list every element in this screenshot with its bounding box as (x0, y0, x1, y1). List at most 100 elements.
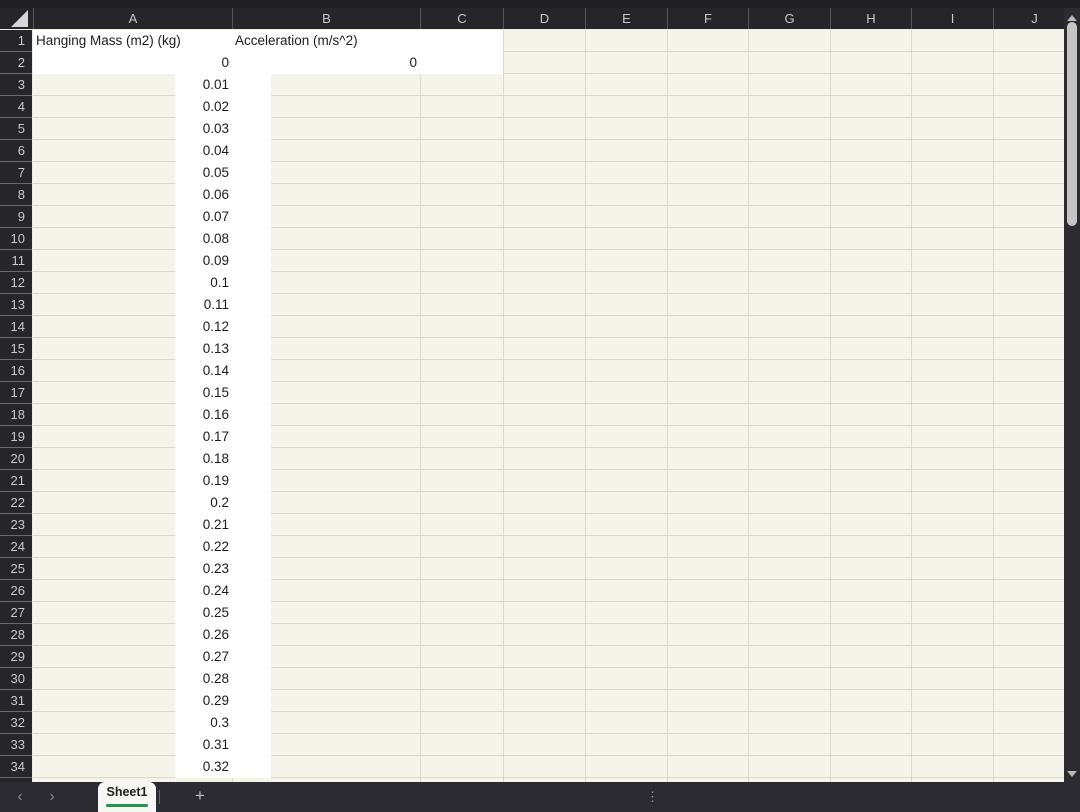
row-header-24[interactable]: 24 (0, 536, 32, 558)
column-gridline (667, 30, 668, 782)
cell-A31[interactable]: 0.29 (33, 690, 229, 712)
cell-A34[interactable]: 0.32 (33, 756, 229, 778)
cell-A7[interactable]: 0.05 (33, 162, 229, 184)
column-header-J[interactable]: J (993, 8, 1064, 29)
column-header-C[interactable]: C (420, 8, 503, 29)
cell-A24[interactable]: 0.22 (33, 536, 229, 558)
row-header-15[interactable]: 15 (0, 338, 32, 360)
spreadsheet-window: ABCDEFGHIJ 12345678910111213141516171819… (0, 0, 1080, 812)
cell-A5[interactable]: 0.03 (33, 118, 229, 140)
row-header-17[interactable]: 17 (0, 382, 32, 404)
cell-B2[interactable]: 0 (232, 52, 417, 74)
prev-sheet-button[interactable]: ‹ (11, 782, 29, 812)
row-header-14[interactable]: 14 (0, 316, 32, 338)
cell-A22[interactable]: 0.2 (33, 492, 229, 514)
cell-A13[interactable]: 0.11 (33, 294, 229, 316)
cell-A23[interactable]: 0.21 (33, 514, 229, 536)
row-header-20[interactable]: 20 (0, 448, 32, 470)
cell-A32[interactable]: 0.3 (33, 712, 229, 734)
cell-A19[interactable]: 0.17 (33, 426, 229, 448)
cell-A33[interactable]: 0.31 (33, 734, 229, 756)
column-header-E[interactable]: E (585, 8, 667, 29)
cell-A14[interactable]: 0.12 (33, 316, 229, 338)
row-header-26[interactable]: 26 (0, 580, 32, 602)
row-header-2[interactable]: 2 (0, 52, 32, 74)
cell-A16[interactable]: 0.14 (33, 360, 229, 382)
cell-A3[interactable]: 0.01 (33, 74, 229, 96)
row-header-6[interactable]: 6 (0, 140, 32, 162)
row-header-19[interactable]: 19 (0, 426, 32, 448)
cell-A11[interactable]: 0.09 (33, 250, 229, 272)
row-header-32[interactable]: 32 (0, 712, 32, 734)
row-header-1[interactable]: 1 (0, 30, 32, 52)
vertical-scroll-thumb[interactable] (1067, 22, 1077, 226)
cell-A20[interactable]: 0.18 (33, 448, 229, 470)
column-header-G[interactable]: G (748, 8, 830, 29)
scroll-down-icon[interactable] (1067, 771, 1077, 777)
row-header-33[interactable]: 33 (0, 734, 32, 756)
cell-A8[interactable]: 0.06 (33, 184, 229, 206)
cell-A28[interactable]: 0.26 (33, 624, 229, 646)
column-header-H[interactable]: H (830, 8, 911, 29)
next-sheet-button[interactable]: › (43, 782, 61, 812)
column-header-F[interactable]: F (667, 8, 748, 29)
row-header-9[interactable]: 9 (0, 206, 32, 228)
row-header-4[interactable]: 4 (0, 96, 32, 118)
active-tab-underline (106, 804, 148, 807)
cell-A15[interactable]: 0.13 (33, 338, 229, 360)
row-header-28[interactable]: 28 (0, 624, 32, 646)
cell-A30[interactable]: 0.28 (33, 668, 229, 690)
cell-A25[interactable]: 0.23 (33, 558, 229, 580)
row-header-8[interactable]: 8 (0, 184, 32, 206)
sheet-tab-label: Sheet1 (107, 785, 148, 799)
row-header-27[interactable]: 27 (0, 602, 32, 624)
column-gridline (503, 30, 504, 782)
cell-A26[interactable]: 0.24 (33, 580, 229, 602)
row-header-22[interactable]: 22 (0, 492, 32, 514)
cell-A9[interactable]: 0.07 (33, 206, 229, 228)
row-header-16[interactable]: 16 (0, 360, 32, 382)
cell-A2[interactable]: 0 (33, 52, 229, 74)
sheet-tab-sheet1[interactable]: Sheet1 (98, 782, 156, 812)
row-header-3[interactable]: 3 (0, 74, 32, 96)
select-all-button[interactable] (0, 8, 33, 29)
row-header-13[interactable]: 13 (0, 294, 32, 316)
column-header-D[interactable]: D (503, 8, 585, 29)
row-header-34[interactable]: 34 (0, 756, 32, 778)
cell-A17[interactable]: 0.15 (33, 382, 229, 404)
row-header-23[interactable]: 23 (0, 514, 32, 536)
cell-grid[interactable]: Hanging Mass (m2) (kg) Acceleration (m/s… (33, 30, 1064, 782)
column-gridline (993, 30, 994, 782)
row-header-10[interactable]: 10 (0, 228, 32, 250)
vertical-scrollbar[interactable] (1064, 8, 1080, 782)
add-sheet-button[interactable]: + (190, 782, 210, 812)
column-header-B[interactable]: B (232, 8, 420, 29)
cell-A29[interactable]: 0.27 (33, 646, 229, 668)
cell-A27[interactable]: 0.25 (33, 602, 229, 624)
row-header-31[interactable]: 31 (0, 690, 32, 712)
cell-B1[interactable]: Acceleration (m/s^2) (235, 30, 358, 52)
cell-A10[interactable]: 0.08 (33, 228, 229, 250)
row-header-29[interactable]: 29 (0, 646, 32, 668)
cell-A21[interactable]: 0.19 (33, 470, 229, 492)
row-header-25[interactable]: 25 (0, 558, 32, 580)
select-all-triangle-icon (11, 10, 28, 27)
cell-A6[interactable]: 0.04 (33, 140, 229, 162)
row-header-11[interactable]: 11 (0, 250, 32, 272)
column-header-I[interactable]: I (911, 8, 993, 29)
cell-A1[interactable]: Hanging Mass (m2) (kg) (36, 30, 181, 52)
column-header-A[interactable]: A (33, 8, 232, 29)
cell-A4[interactable]: 0.02 (33, 96, 229, 118)
column-gridline (420, 30, 421, 782)
cell-A18[interactable]: 0.16 (33, 404, 229, 426)
scroll-up-icon[interactable] (1067, 15, 1077, 21)
scrollbar-drag-handle[interactable]: ⋮ (646, 782, 659, 812)
row-header-18[interactable]: 18 (0, 404, 32, 426)
row-header-5[interactable]: 5 (0, 118, 32, 140)
cell-A12[interactable]: 0.1 (33, 272, 229, 294)
row-header-30[interactable]: 30 (0, 668, 32, 690)
column-gridline (585, 30, 586, 782)
row-header-7[interactable]: 7 (0, 162, 32, 184)
row-header-12[interactable]: 12 (0, 272, 32, 294)
row-header-21[interactable]: 21 (0, 470, 32, 492)
